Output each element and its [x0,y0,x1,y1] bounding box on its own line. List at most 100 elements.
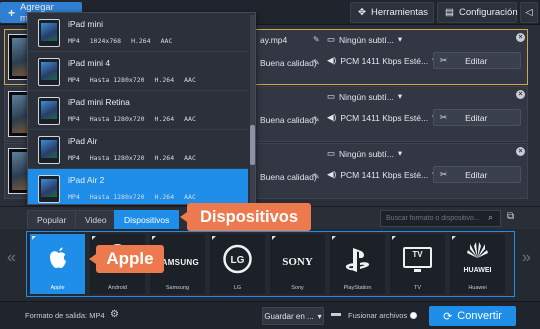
device-tile-apple[interactable]: Apple [30,234,85,294]
spec-resolution: Hasta 1280x720 [89,154,145,162]
scissors-icon: ✂ [440,169,448,179]
audio-select[interactable]: ◀) PCM 1411 Kbps Esté... ▾ [327,112,436,123]
remove-file-icon[interactable]: × [516,33,525,42]
bottom-bar: Formato de salida: MP4 ⚙ Guardar en ... … [0,301,540,329]
spec-codec: H.264 [154,76,175,84]
toggle-switch[interactable] [410,312,418,319]
device-detect-icon[interactable]: ⧉ [507,211,514,222]
svg-text:LG: LG [231,255,245,266]
spec-codec: H.264 [154,154,175,162]
dropdown-scrollbar[interactable] [250,15,255,203]
subtitle-icon: ▭ [327,34,336,44]
corner-marker [152,236,156,240]
device-tile-tv[interactable]: TV TV [390,234,445,294]
spec-codec: H.264 [154,193,175,201]
remove-file-icon[interactable]: × [516,147,525,156]
save-to-button[interactable]: Guardar en ... ▾ [262,307,324,325]
devices-callout: Dispositivos [180,203,311,231]
quality-pencil-icon[interactable]: ✎ [313,172,320,181]
spec-resolution: Hasta 1280x720 [89,193,145,201]
quality-pencil-icon[interactable]: ✎ [313,58,320,67]
audio-select[interactable]: ◀) PCM 1411 Kbps Esté... ▾ [327,55,436,66]
audio-icon: ◀) [327,169,337,179]
tools-button[interactable]: ✥ Herramientas [350,2,434,23]
scrollbar-thumb[interactable] [250,125,255,165]
tab-video[interactable]: Video [75,210,117,230]
spec-audio: AAC [184,154,196,162]
device-tile-label: TV [413,285,422,291]
spec-format: MP4 [68,193,80,201]
spec-audio: AAC [184,193,196,201]
device-model-name: iPad Air [68,136,98,146]
folder-icon[interactable]: ▬ [331,308,343,322]
ipad-icon [38,97,60,125]
output-format-label: Formato de salida: MP4 [25,311,105,320]
corner-marker [212,236,216,240]
tools-label: Herramientas [370,7,428,18]
spec-resolution: 1024x768 [89,37,122,45]
playstation-logo-icon [345,248,370,272]
subtitle-value: Ningún subtí... [339,91,394,102]
spec-resolution: Hasta 1280x720 [89,76,145,84]
audio-icon: ◀) [327,55,337,65]
device-tile-label: Apple [50,285,65,291]
device-model-specs: MP4 Hasta 1280x720 H.264 AAC [68,154,196,162]
subtitle-select[interactable]: ▭ Ningún subtí... ▾ [327,34,402,45]
device-tile-sony[interactable]: SONY Sony [270,234,325,294]
subtitle-icon: ▭ [327,148,336,158]
device-brands-panel: « Apple Android SAMSUNG Samsung LG LG SO… [0,229,540,301]
share-icon[interactable]: ◁ [520,2,538,23]
lg-logo-icon: LG [223,244,252,274]
device-tile-playstation[interactable]: PlayStation [330,234,385,294]
subtitle-select[interactable]: ▭ Ningún subtí... ▾ [327,148,402,159]
apple-callout: Apple [89,245,164,273]
prev-arrow-icon[interactable]: « [7,249,16,267]
device-tile-huawei[interactable]: HUAWEI Huawei [450,234,505,294]
edit-label: Editar [465,169,488,180]
edit-button[interactable]: ✂ Editar [433,109,521,126]
ipad-icon [38,175,60,203]
device-model-dropdown: iPad mini MP4 1024x768 H.264 AAC iPad mi… [27,12,256,205]
device-tile-label: Android [108,285,127,291]
convert-button[interactable]: ⟳ Convertir [429,306,516,326]
quality-label: Buena calidad) [260,115,317,125]
edit-button[interactable]: ✂ Editar [433,166,521,183]
edit-button[interactable]: ✂ Editar [433,52,521,69]
tv-icon [403,247,432,272]
ipad-icon [38,19,60,47]
device-tile-label: PlayStation [343,285,372,291]
rename-pencil-icon[interactable]: ✎ [313,35,320,44]
device-model-item[interactable]: iPad mini 4 MP4 Hasta 1280x720 H.264 AAC [28,52,248,91]
save-to-label: Guardar en ... [264,311,314,321]
subtitle-select[interactable]: ▭ Ningún subtí... ▾ [327,91,402,102]
device-model-item[interactable]: iPad Air MP4 Hasta 1280x720 H.264 AAC [28,130,248,169]
tab-popular[interactable]: Popular [27,210,77,230]
device-model-item-selected[interactable]: iPad Air 2 MP4 Hasta 1280x720 H.264 AAC [28,169,248,204]
quality-pencil-icon[interactable]: ✎ [313,115,320,124]
quality-label: Buena calidad) [260,58,317,68]
merge-files-toggle[interactable]: Fusionar archivos [348,311,418,320]
device-tile-label: Huawei [468,285,487,291]
next-arrow-icon[interactable]: » [522,249,531,267]
remove-file-icon[interactable]: × [516,90,525,99]
quality-label: Buena calidad) [260,172,317,182]
scissors-icon: ✂ [440,112,448,122]
refresh-icon: ⟳ [443,310,453,323]
edit-label: Editar [465,112,488,123]
spec-codec: H.264 [131,37,151,45]
device-model-specs: MP4 1024x768 H.264 AAC [68,37,172,45]
device-model-item[interactable]: iPad mini MP4 1024x768 H.264 AAC [28,13,248,52]
gear-icon[interactable]: ⚙ [110,309,119,320]
spec-format: MP4 [68,37,80,45]
device-tile-lg[interactable]: LG LG [210,234,265,294]
format-search-input[interactable] [380,210,501,227]
corner-marker [332,236,336,240]
settings-button[interactable]: ▤ Configuración [437,2,518,23]
device-model-item[interactable]: iPad mini Retina MP4 Hasta 1280x720 H.26… [28,91,248,130]
tab-devices[interactable]: Dispositivos [114,210,180,230]
device-model-specs: MP4 Hasta 1280x720 H.264 AAC [68,193,196,201]
search-icon[interactable]: ⌕ [488,212,493,223]
audio-select[interactable]: ◀) PCM 1411 Kbps Esté... ▾ [327,169,436,180]
huawei-logo-icon [467,242,488,258]
subtitle-value: Ningún subtí... [339,34,394,45]
